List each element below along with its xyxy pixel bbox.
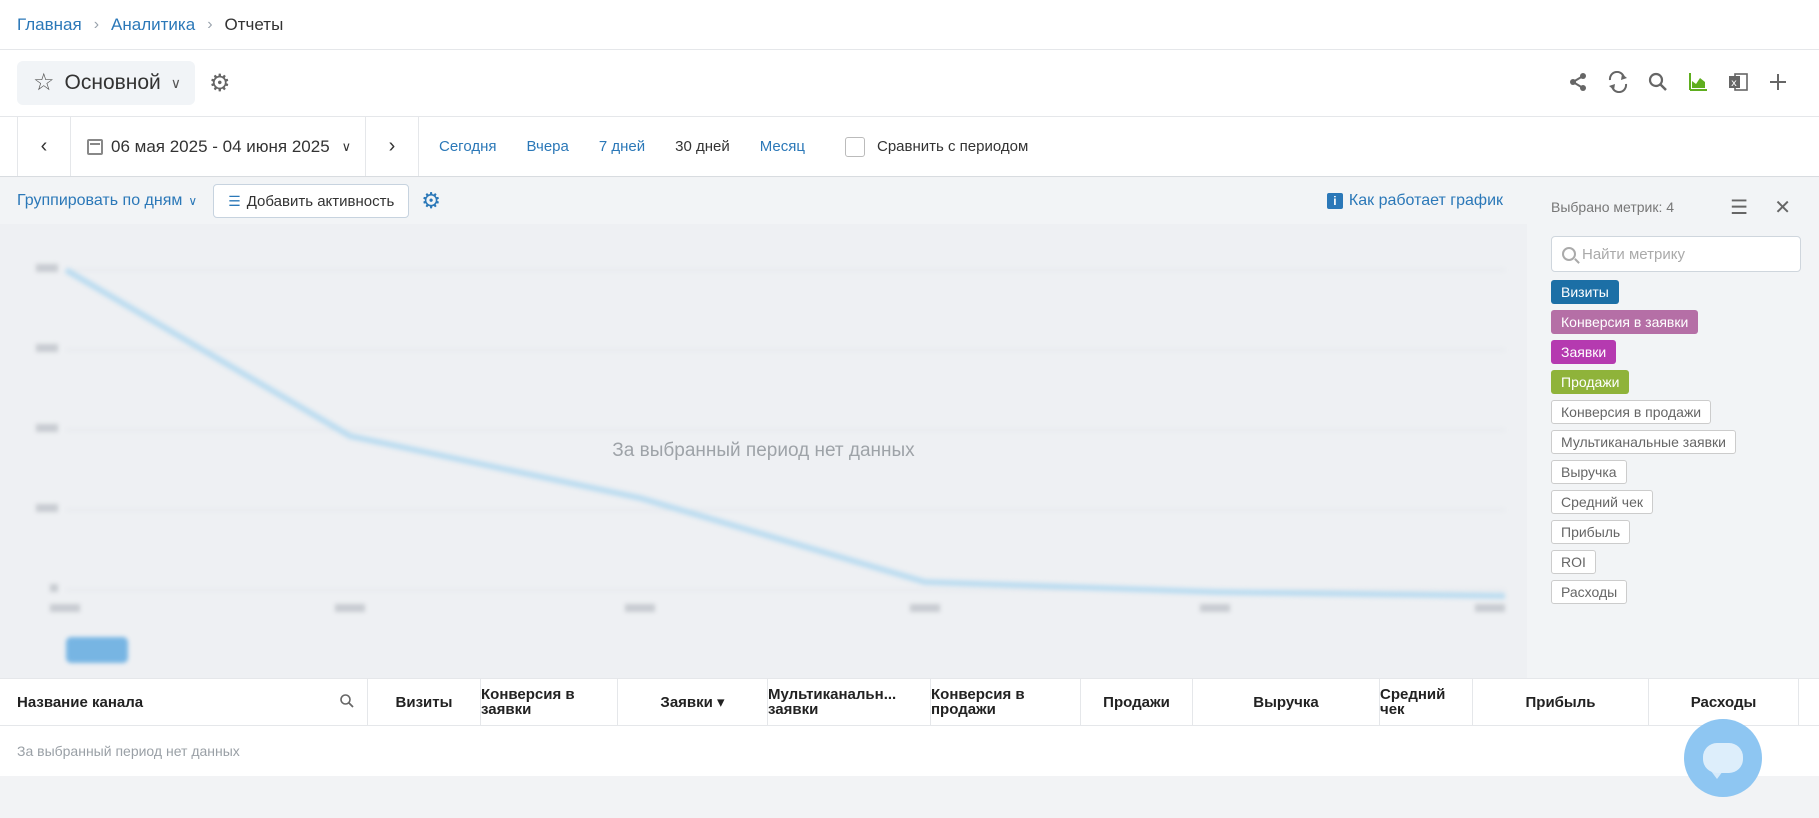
star-icon[interactable]: ☆ <box>33 71 55 95</box>
metric-chip[interactable]: Заявки <box>1551 340 1617 364</box>
breadcrumb-analytics-link[interactable]: Аналитика <box>111 15 195 35</box>
group-by-dropdown[interactable]: Группировать по дням ∨ <box>17 192 197 210</box>
metric-chip[interactable]: Продажи <box>1551 370 1630 394</box>
close-icon[interactable]: ✕ <box>1774 195 1791 220</box>
column-channel-name[interactable]: Название канала <box>0 679 368 725</box>
column-leads[interactable]: Заявки ▾ <box>618 679 768 725</box>
compare-period-toggle[interactable]: Сравнить с периодом <box>844 136 1029 157</box>
metric-chip[interactable]: Средний чек <box>1551 490 1654 514</box>
list-icon: ☰ <box>228 192 241 209</box>
date-bar: ‹ 06 мая 2025 - 04 июня 2025 ∨ › Сегодня… <box>0 116 1819 177</box>
column-sales[interactable]: Продажи <box>1081 679 1193 725</box>
chart-area: За выбранный период нет данных <box>0 224 1527 678</box>
breadcrumb: Главная › Аналитика › Отчеты <box>0 0 1819 50</box>
column-multichannel-leads[interactable]: Мультиканальн... заявки <box>768 679 931 725</box>
preset-month[interactable]: Месяц <box>760 138 805 155</box>
preset-yesterday[interactable]: Вчера <box>527 138 569 155</box>
search-icon[interactable] <box>1647 62 1669 102</box>
metric-search-input[interactable]: Найти метрику <box>1551 236 1801 272</box>
metrics-header-actions: ☰ ✕ <box>1730 195 1791 220</box>
chart-no-data-message: За выбранный период нет данных <box>612 440 915 461</box>
chat-icon <box>1703 743 1743 779</box>
chevron-right-icon: › <box>388 135 396 157</box>
page-bottom-area <box>0 776 1819 818</box>
chevron-down-icon: ∨ <box>341 138 352 154</box>
chevron-right-icon: › <box>207 15 213 33</box>
prev-period-button[interactable]: ‹ <box>17 117 71 176</box>
metric-chip[interactable]: Конверсия в заявки <box>1551 310 1699 334</box>
svg-text:x: x <box>1731 78 1737 89</box>
metric-chip[interactable]: ROI <box>1551 550 1596 574</box>
column-visits[interactable]: Визиты <box>368 679 481 725</box>
metric-search-placeholder: Найти метрику <box>1582 245 1685 263</box>
chevron-left-icon: ‹ <box>40 135 48 157</box>
settings-gear-icon[interactable]: ⚙ <box>209 69 231 98</box>
column-revenue[interactable]: Выручка <box>1193 679 1380 725</box>
info-icon: i <box>1326 193 1343 209</box>
chevron-right-icon: › <box>93 15 100 33</box>
search-icon[interactable] <box>339 693 355 712</box>
breadcrumb-home-link[interactable]: Главная <box>17 15 82 35</box>
metric-chip[interactable]: Расходы <box>1551 580 1628 604</box>
sync-icon[interactable] <box>1607 62 1629 102</box>
add-activity-button[interactable]: ☰ Добавить активность <box>213 184 410 218</box>
table-no-data-message: За выбранный период нет данных <box>0 726 1819 776</box>
search-icon <box>1562 247 1576 261</box>
preset-7-days[interactable]: 7 дней <box>599 138 645 155</box>
chat-widget-button[interactable] <box>1684 719 1762 797</box>
legend-chip-placeholder <box>66 637 128 663</box>
metrics-header: Выбрано метрик: 4 ☰ ✕ <box>1551 178 1819 236</box>
table-header: Название канала Визиты Конверсия в заявк… <box>0 678 1819 726</box>
chart-settings-gear-icon[interactable]: ⚙ <box>421 188 441 214</box>
share-icon[interactable] <box>1567 62 1589 102</box>
metric-list: Визиты Конверсия в заявки Заявки Продажи Кон… <box>1551 280 1819 604</box>
how-chart-works-link[interactable]: i Как работает график <box>1326 192 1503 210</box>
chart-icon[interactable] <box>1687 62 1709 102</box>
list-view-icon[interactable]: ☰ <box>1730 195 1748 220</box>
metric-chip[interactable]: Мультиканальные заявки <box>1551 430 1736 454</box>
toolbar-actions: x <box>1567 62 1789 102</box>
column-channel-name-label: Название канала <box>17 693 144 711</box>
preset-30-days[interactable]: 30 дней <box>675 138 730 155</box>
chart-controls: Группировать по дням ∨ ☰ Добавить активн… <box>0 178 1527 224</box>
column-profit[interactable]: Прибыль <box>1473 679 1649 725</box>
column-conversion-to-sales[interactable]: Конверсия в продажи <box>931 679 1081 725</box>
chevron-down-icon: ∨ <box>170 74 182 91</box>
excel-icon[interactable]: x <box>1727 62 1749 102</box>
preset-today[interactable]: Сегодня <box>439 138 497 155</box>
date-range-picker[interactable]: 06 мая 2025 - 04 июня 2025 ∨ <box>71 117 365 176</box>
date-range-text: 06 мая 2025 - 04 июня 2025 <box>111 136 330 156</box>
metrics-selected-count: Выбрано метрик: 4 <box>1551 199 1675 215</box>
period-presets: Сегодня Вчера 7 дней 30 дней Месяц Сравн… <box>419 117 1028 176</box>
breadcrumb-current: Отчеты <box>224 14 284 34</box>
group-by-label: Группировать по дням <box>17 192 183 209</box>
metrics-panel: Выбрано метрик: 4 ☰ ✕ Найти метрику Визи… <box>1527 178 1819 678</box>
metric-chip[interactable]: Визиты <box>1551 280 1619 304</box>
metric-chip[interactable]: Конверсия в продажи <box>1551 400 1712 424</box>
metric-chip[interactable]: Прибыль <box>1551 520 1631 544</box>
add-activity-label: Добавить активность <box>246 192 395 210</box>
next-period-button[interactable]: › <box>365 117 419 176</box>
chevron-down-icon: ∨ <box>188 194 198 208</box>
calendar-icon <box>87 138 103 155</box>
compare-label: Сравнить с периодом <box>876 138 1029 155</box>
column-average-check[interactable]: Средний чек <box>1380 679 1473 725</box>
report-selector[interactable]: ☆ Основной ∨ <box>17 61 196 105</box>
plus-icon[interactable] <box>1767 62 1789 102</box>
column-conversion-to-leads[interactable]: Конверсия в заявки <box>481 679 618 725</box>
metric-chip[interactable]: Выручка <box>1551 460 1627 484</box>
report-name: Основной <box>64 71 161 94</box>
report-toolbar: ☆ Основной ∨ ⚙ x <box>0 50 1819 116</box>
how-chart-works-label: Как работает график <box>1348 192 1503 209</box>
compare-checkbox[interactable] <box>844 136 865 157</box>
